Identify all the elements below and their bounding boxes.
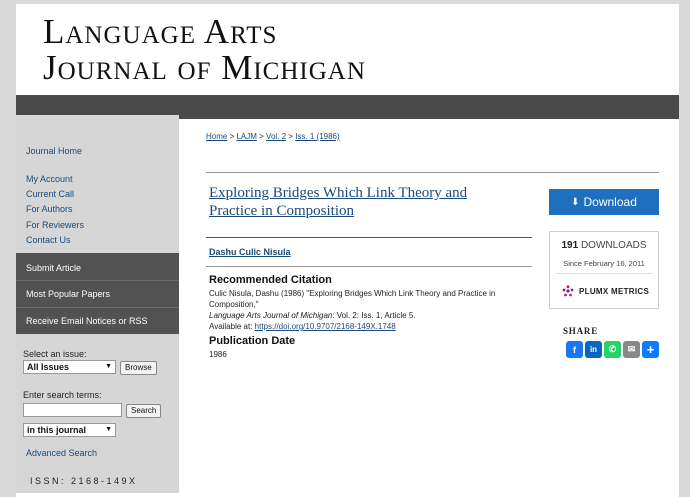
- sidebar-item-submit-article[interactable]: Submit Article: [26, 263, 81, 273]
- plumx-metrics-link[interactable]: PLUMX METRICS: [562, 285, 649, 297]
- divider: [206, 266, 532, 267]
- pubdate-heading: Publication Date: [209, 335, 296, 347]
- share-icon[interactable]: +: [642, 341, 659, 358]
- doi-link[interactable]: https://doi.org/10.9707/2168-149X.1748: [255, 322, 396, 331]
- breadcrumb-journal[interactable]: LAJM: [236, 132, 256, 141]
- sidebar-dark-menu: Submit Article Most Popular Papers Recei…: [16, 253, 179, 334]
- download-count-label: DOWNLOADS: [578, 240, 647, 251]
- pubdate-value: 1986: [209, 350, 227, 359]
- citation-heading: Recommended Citation: [209, 274, 332, 286]
- sidebar-link-my-account[interactable]: My Account: [26, 174, 73, 184]
- search-scope-value: in this journal: [27, 425, 87, 435]
- divider: [206, 172, 659, 173]
- divider: [206, 237, 532, 238]
- sidebar: Journal Home My Account Current Call For…: [16, 115, 179, 493]
- facebook-icon[interactable]: f: [566, 341, 583, 358]
- whatsapp-icon[interactable]: ✆: [604, 341, 621, 358]
- issue-select[interactable]: All Issues ▼: [23, 360, 116, 374]
- download-button[interactable]: ⬇ Download: [549, 189, 659, 215]
- issue-label: Select an issue:: [23, 349, 87, 359]
- article-author[interactable]: Dashu Culic Nisula: [209, 247, 291, 257]
- citation-journal-line: Language Arts Journal of Michigan: Vol. …: [209, 310, 539, 321]
- breadcrumb-volume[interactable]: Vol. 2: [266, 132, 286, 141]
- search-input[interactable]: [23, 403, 122, 417]
- citation-line: Culic Nisula, Dashu (1986) "Exploring Br…: [209, 289, 496, 309]
- sidebar-item-most-popular[interactable]: Most Popular Papers: [26, 289, 110, 299]
- email-icon[interactable]: ✉: [623, 341, 640, 358]
- download-count: 191 DOWNLOADS: [550, 240, 658, 251]
- citation-volume: : Vol. 2: Iss. 1, Article 5.: [332, 311, 416, 320]
- breadcrumb-home[interactable]: Home: [206, 132, 227, 141]
- article-title[interactable]: Exploring Bridges Which Link Theory and …: [209, 184, 509, 220]
- chevron-down-icon: ▼: [105, 363, 112, 370]
- chevron-down-icon: ▼: [105, 426, 112, 433]
- sidebar-link-journal-home[interactable]: Journal Home: [26, 146, 82, 156]
- citation-text: Culic Nisula, Dashu (1986) "Exploring Br…: [209, 288, 539, 332]
- search-scope-select[interactable]: in this journal ▼: [23, 423, 116, 437]
- sidebar-item-email-notices[interactable]: Receive Email Notices or RSS: [26, 316, 148, 326]
- advanced-search-link[interactable]: Advanced Search: [26, 448, 97, 458]
- citation-journal: Language Arts Journal of Michigan: [209, 311, 333, 320]
- breadcrumb-separator: >: [286, 132, 296, 141]
- masthead[interactable]: Language Arts Journal of Michigan: [16, 4, 679, 95]
- download-since: Since February 16, 2011: [563, 259, 645, 268]
- divider: [556, 273, 652, 274]
- sidebar-link-for-authors[interactable]: For Authors: [26, 204, 73, 214]
- download-stats: 191 DOWNLOADS Since February 16, 2011 PL…: [549, 231, 659, 309]
- sidebar-link-for-reviewers[interactable]: For Reviewers: [26, 220, 84, 230]
- plumx-icon: [562, 285, 574, 297]
- breadcrumb-issue[interactable]: Iss. 1 (1986): [295, 132, 339, 141]
- issn: ISSN: 2168-149X: [30, 476, 138, 486]
- sidebar-link-current-call[interactable]: Current Call: [26, 189, 74, 199]
- share-label: SHARE: [563, 326, 599, 336]
- menu-divider: [16, 307, 179, 308]
- masthead-line2: Journal of Michigan: [43, 48, 366, 87]
- search-label: Enter search terms:: [23, 390, 102, 400]
- breadcrumb-separator: >: [256, 132, 267, 141]
- browse-button[interactable]: Browse: [120, 361, 157, 375]
- download-label: Download: [583, 195, 637, 209]
- share-icons: f in ✆ ✉ +: [566, 341, 659, 358]
- linkedin-icon[interactable]: in: [585, 341, 602, 358]
- plumx-label: PLUMX METRICS: [579, 286, 650, 296]
- citation-available-line: Available at: https://doi.org/10.9707/21…: [209, 321, 539, 332]
- download-count-number: 191: [561, 240, 579, 251]
- masthead-line1: Language Arts: [43, 12, 278, 51]
- breadcrumb: Home > LAJM > Vol. 2 > Iss. 1 (1986): [206, 132, 340, 141]
- issue-select-value: All Issues: [27, 362, 70, 372]
- citation-available: Available at:: [209, 322, 255, 331]
- sidebar-link-contact-us[interactable]: Contact Us: [26, 235, 71, 245]
- download-icon: ⬇: [571, 196, 580, 208]
- search-button[interactable]: Search: [126, 404, 162, 418]
- menu-divider: [16, 280, 179, 281]
